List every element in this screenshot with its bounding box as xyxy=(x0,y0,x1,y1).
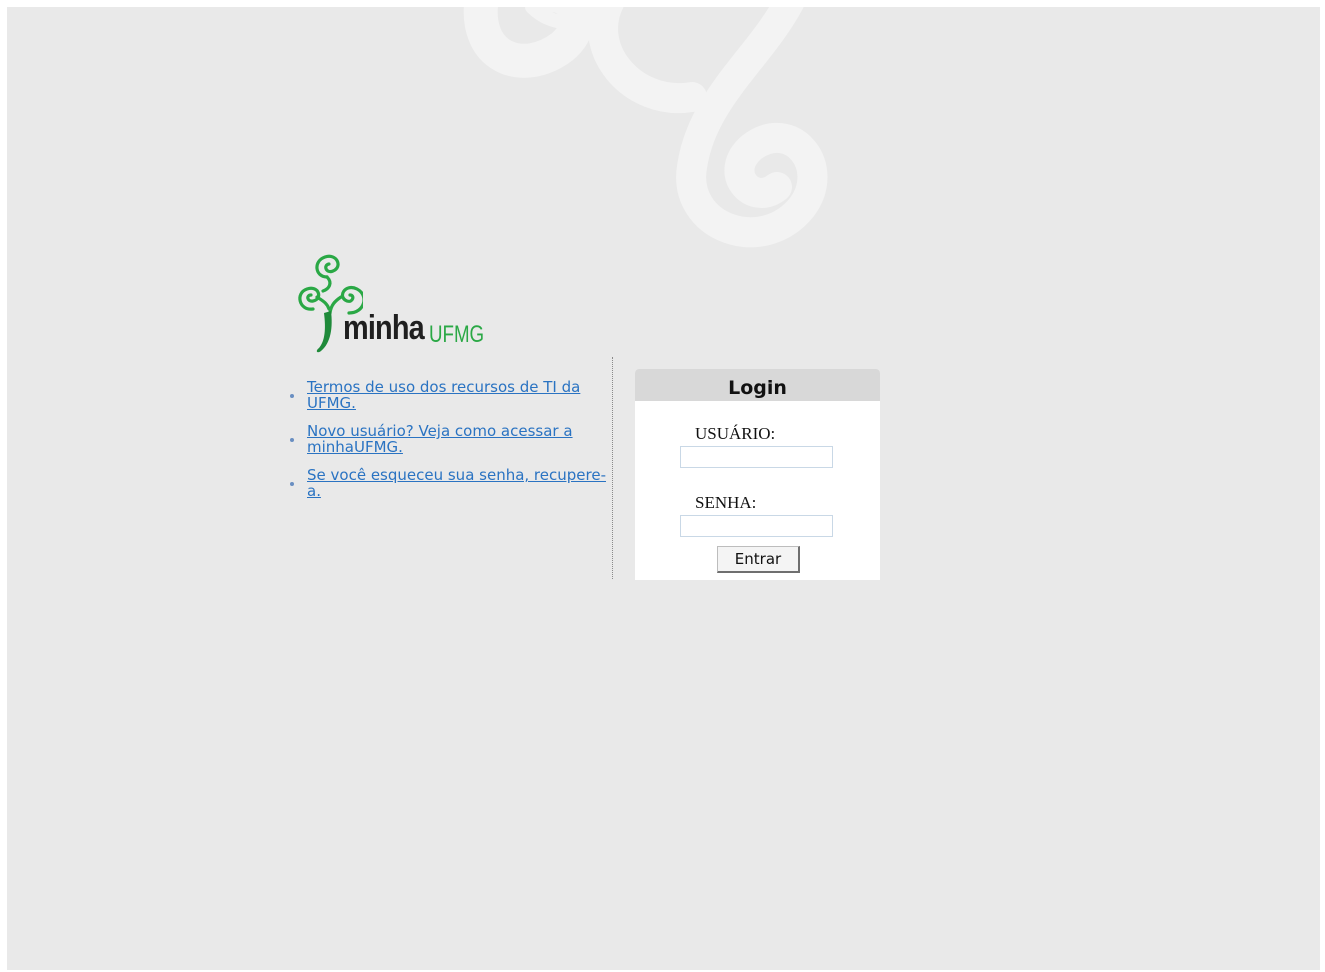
list-item: Termos de uso dos recursos de TI da UFMG… xyxy=(287,379,612,411)
logo-wordmark: minha UFMG xyxy=(343,309,484,347)
help-links-list: Termos de uso dos recursos de TI da UFMG… xyxy=(287,379,612,511)
password-label: SENHA: xyxy=(695,493,757,512)
login-submit-button[interactable]: Entrar xyxy=(717,546,800,573)
login-form: Login USUÁRIO: SENHA: Entrar xyxy=(635,369,880,580)
bullet-icon xyxy=(290,438,294,442)
list-item: Novo usuário? Veja como acessar a minhaU… xyxy=(287,423,612,455)
list-item: Se você esqueceu sua senha, recupere-a. xyxy=(287,467,612,499)
login-title: Login xyxy=(635,369,880,401)
bullet-icon xyxy=(290,394,294,398)
username-field[interactable] xyxy=(680,446,833,468)
logo-word-ufmg: UFMG xyxy=(429,321,485,348)
logo-word-minha: minha xyxy=(343,309,425,347)
password-field[interactable] xyxy=(680,515,833,537)
new-user-link[interactable]: Novo usuário? Veja como acessar a minhaU… xyxy=(307,423,612,455)
terms-of-use-link[interactable]: Termos de uso dos recursos de TI da UFMG… xyxy=(307,379,612,411)
minhaufmg-logo[interactable]: minha UFMG xyxy=(293,247,503,357)
recover-password-link[interactable]: Se você esqueceu sua senha, recupere-a. xyxy=(307,467,612,499)
page-background: minha UFMG Termos de uso dos recursos de… xyxy=(7,7,1320,970)
bullet-icon xyxy=(290,482,294,486)
vertical-divider xyxy=(612,357,613,579)
username-label: USUÁRIO: xyxy=(695,424,776,443)
background-swirl-decoration xyxy=(463,7,828,248)
